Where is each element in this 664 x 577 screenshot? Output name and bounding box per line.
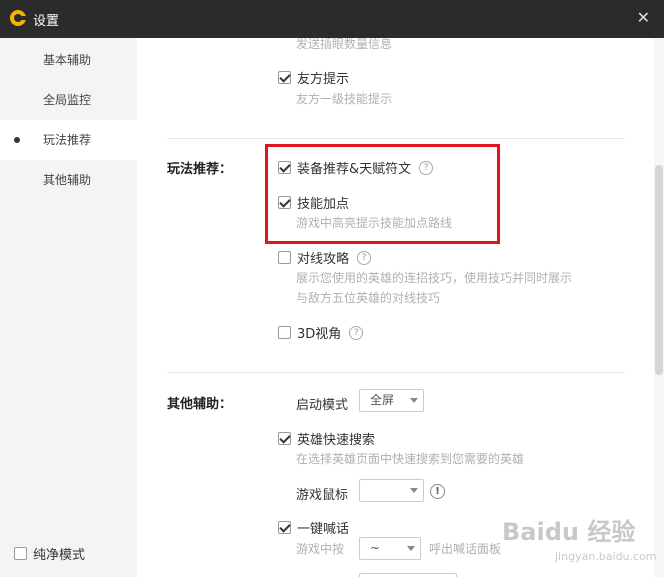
watermark-sub: jingyan.baidu.com — [555, 550, 657, 563]
checkbox-icon[interactable] — [278, 432, 291, 445]
sidebar-item-label: 基本辅助 — [43, 53, 92, 67]
checkbox-icon[interactable] — [278, 196, 291, 209]
sidebar-item-label: 全局监控 — [43, 93, 92, 107]
sidebar-item-label: 其他辅助 — [43, 173, 92, 187]
one-key-shout-checkbox[interactable]: 一键喊话 — [278, 518, 349, 537]
friend-hint-checkbox[interactable]: 友方提示 — [278, 68, 349, 87]
dropdown-caret-icon — [407, 546, 415, 551]
close-icon[interactable]: ✕ — [637, 8, 650, 27]
help-icon[interactable]: ? — [349, 325, 364, 340]
section-divider — [167, 372, 625, 373]
dropdown-caret-icon — [410, 398, 418, 403]
shout-suffix: 呼出喊话面板 — [429, 542, 502, 556]
shout-key-value: ~ — [370, 541, 381, 555]
game-mouse-select[interactable] — [359, 479, 424, 502]
checkbox-icon[interactable] — [278, 326, 291, 339]
checkbox-icon[interactable] — [14, 547, 27, 560]
shout-prefix: 游戏中按 — [296, 542, 345, 556]
help-icon[interactable]: ? — [419, 160, 434, 175]
skill-point-checkbox[interactable]: 技能加点 — [278, 193, 349, 212]
checkbox-icon[interactable] — [278, 71, 291, 84]
view-3d-label: 3D视角 — [297, 327, 342, 342]
title-bar: 设置 ✕ — [0, 0, 664, 38]
equip-recommend-label: 装备推荐&天赋符文 — [297, 162, 412, 177]
top-partial-desc: 发送插眼数量信息 — [296, 38, 393, 51]
checkbox-icon[interactable] — [278, 521, 291, 534]
pure-mode-label: 纯净模式 — [33, 548, 86, 563]
pure-mode-checkbox[interactable]: 纯净模式 — [14, 544, 85, 563]
sidebar: 基本辅助 全局监控 玩法推荐 其他辅助 纯净模式 — [0, 38, 137, 577]
warning-icon[interactable]: ! — [430, 484, 445, 499]
lane-guide-label: 对线攻略 — [297, 252, 350, 267]
game-mouse-label: 游戏鼠标 — [296, 488, 349, 503]
play-section-label: 玩法推荐： — [167, 162, 233, 177]
view-3d-checkbox[interactable]: 3D视角 ? — [278, 323, 364, 342]
friend-hint-label: 友方提示 — [297, 72, 350, 87]
sidebar-item-global-monitor[interactable]: 全局监控 — [0, 80, 137, 120]
start-mode-value: 全屏 — [370, 393, 395, 407]
start-mode-select[interactable]: 全屏 — [359, 389, 424, 412]
sidebar-item-label: 玩法推荐 — [43, 133, 92, 147]
dropdown-caret-icon — [410, 488, 418, 493]
sidebar-item-other[interactable]: 其他辅助 — [0, 160, 137, 200]
lane-guide-desc-line1: 展示您使用的英雄的连招技巧，使用技巧并同时展示 — [296, 271, 573, 285]
checkbox-icon[interactable] — [278, 251, 291, 264]
active-dot-icon — [14, 137, 20, 143]
logo-icon — [10, 10, 26, 26]
section-divider — [167, 138, 625, 139]
window-title: 设置 — [33, 14, 60, 29]
lane-guide-checkbox[interactable]: 对线攻略 ? — [278, 248, 372, 267]
other-section-label: 其他辅助： — [167, 397, 233, 412]
lane-guide-desc-line2: 与敌方五位英雄的对线技巧 — [296, 291, 441, 305]
skill-point-desc: 游戏中高亮提示技能加点路线 — [296, 216, 453, 230]
start-mode-label: 启动模式 — [296, 398, 349, 413]
settings-panel: 发送插眼数量信息 友方提示 友方一级技能提示 玩法推荐： 装备推荐&天赋符文 ?… — [137, 38, 664, 577]
scrollbar-thumb[interactable] — [655, 165, 663, 375]
help-icon[interactable]: ? — [357, 250, 372, 265]
equip-recommend-checkbox[interactable]: 装备推荐&天赋符文 ? — [278, 158, 434, 177]
quick-search-label: 英雄快速搜索 — [297, 433, 376, 448]
shout-key-select[interactable]: ~ — [359, 537, 421, 560]
sidebar-item-basic[interactable]: 基本辅助 — [0, 40, 137, 80]
skill-point-label: 技能加点 — [297, 197, 350, 212]
one-key-shout-label: 一键喊话 — [297, 522, 350, 537]
quick-search-desc: 在选择英雄页面中快速搜索到您需要的英雄 — [296, 452, 525, 466]
friend-hint-desc: 友方一级技能提示 — [296, 92, 393, 106]
partial-select[interactable] — [359, 573, 457, 577]
checkbox-icon[interactable] — [278, 161, 291, 174]
watermark: Baidu 经验 — [502, 518, 636, 546]
quick-search-checkbox[interactable]: 英雄快速搜索 — [278, 429, 375, 448]
sidebar-item-play-recommend[interactable]: 玩法推荐 — [0, 120, 137, 160]
